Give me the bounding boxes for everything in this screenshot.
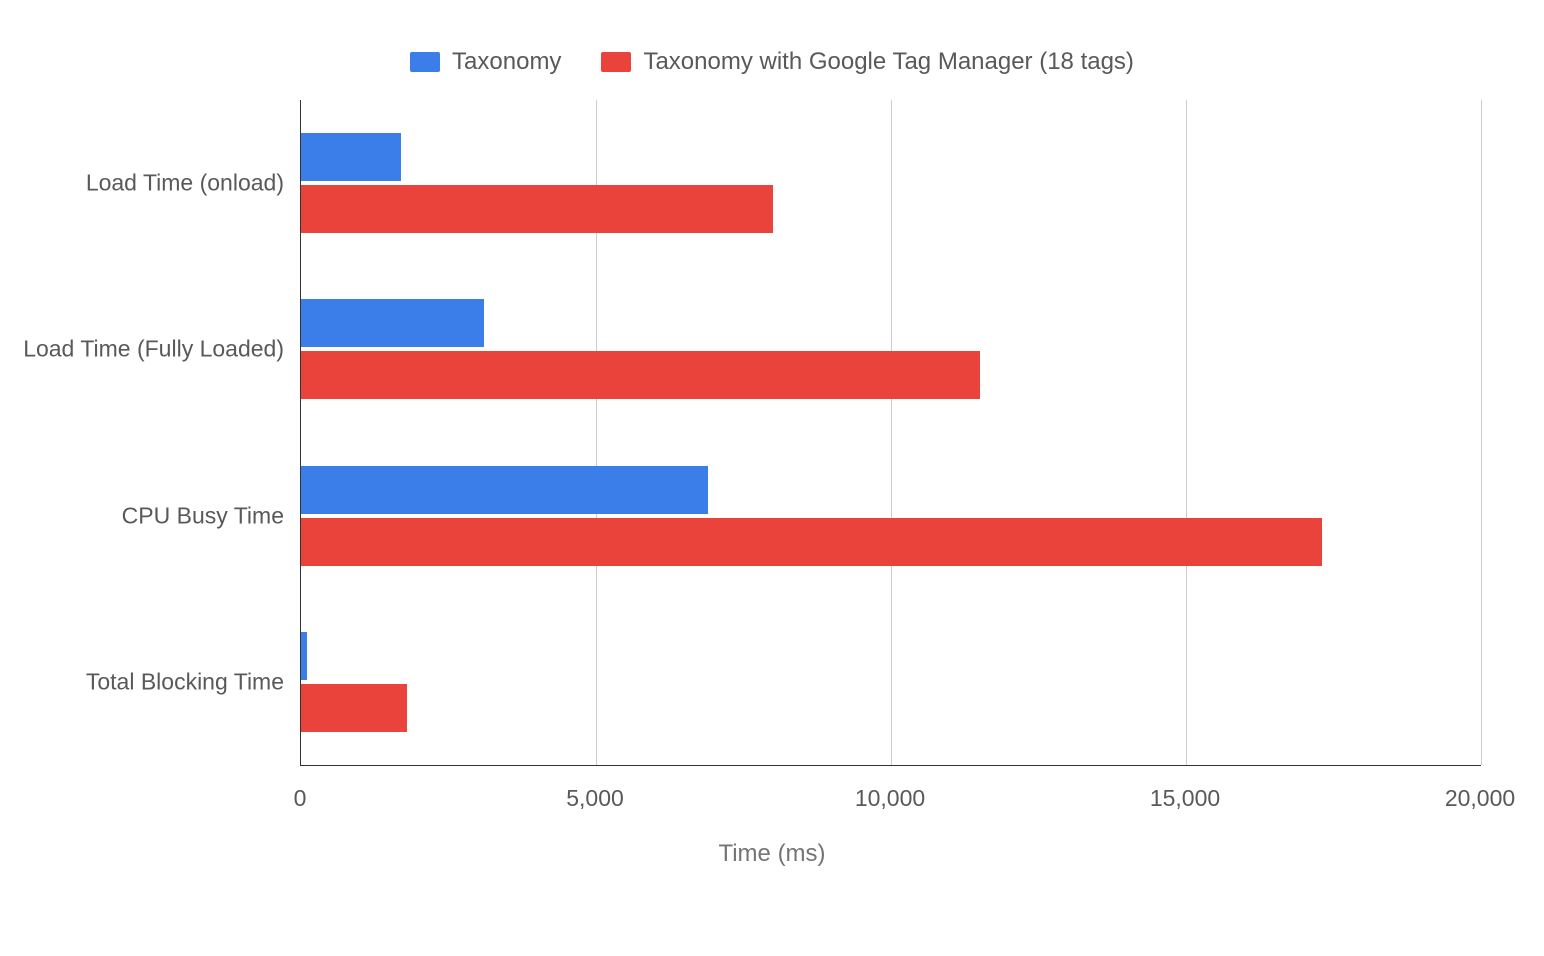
bar-cat3-series1 <box>301 684 407 732</box>
legend-label-0: Taxonomy <box>452 48 561 76</box>
bar-cat2-series0 <box>301 466 708 514</box>
bar-cat3-series0 <box>301 632 307 680</box>
legend-swatch-0 <box>410 52 440 72</box>
plot-area <box>300 100 1481 766</box>
bar-cat2-series1 <box>301 518 1322 566</box>
category-label-2: CPU Busy Time <box>4 502 284 529</box>
bar-cat1-series0 <box>301 299 484 347</box>
gridline-20000 <box>1481 100 1482 765</box>
chart-container: Taxonomy Taxonomy with Google Tag Manage… <box>0 0 1544 956</box>
gridline-10000 <box>891 100 892 765</box>
x-tick-1: 5,000 <box>566 785 624 812</box>
x-tick-3: 15,000 <box>1150 785 1220 812</box>
legend-item-0: Taxonomy <box>410 48 561 76</box>
legend: Taxonomy Taxonomy with Google Tag Manage… <box>0 48 1544 76</box>
category-label-0: Load Time (onload) <box>4 170 284 197</box>
x-tick-2: 10,000 <box>855 785 925 812</box>
gridline-15000 <box>1186 100 1187 765</box>
x-tick-4: 20,000 <box>1445 785 1515 812</box>
bar-cat1-series1 <box>301 351 980 399</box>
legend-swatch-1 <box>601 52 631 72</box>
legend-label-1: Taxonomy with Google Tag Manager (18 tag… <box>643 48 1134 76</box>
bar-cat0-series0 <box>301 133 401 181</box>
x-axis-title: Time (ms) <box>0 840 1544 868</box>
bar-cat0-series1 <box>301 185 773 233</box>
category-label-3: Total Blocking Time <box>4 668 284 695</box>
legend-item-1: Taxonomy with Google Tag Manager (18 tag… <box>601 48 1134 76</box>
category-label-1: Load Time (Fully Loaded) <box>4 336 284 363</box>
x-tick-0: 0 <box>294 785 307 812</box>
